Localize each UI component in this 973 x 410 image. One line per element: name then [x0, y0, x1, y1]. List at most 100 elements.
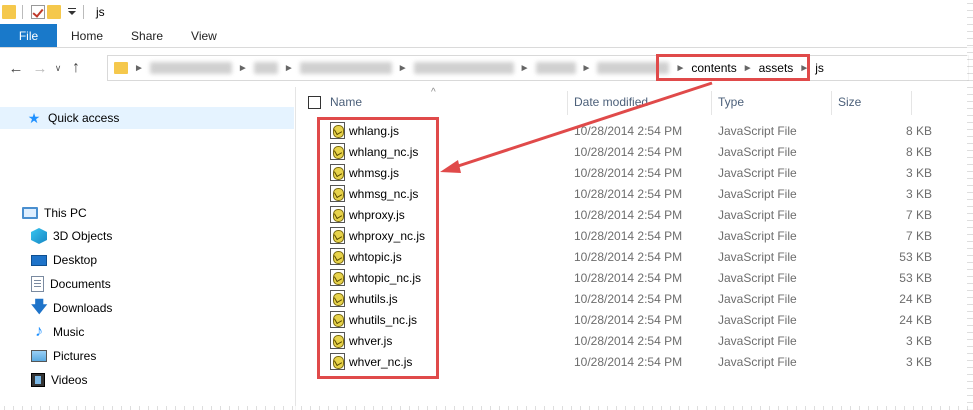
file-date-modified: 10/28/2014 2:54 PM: [574, 291, 683, 306]
file-type: JavaScript File: [718, 228, 797, 243]
ribbon-tabs: File Home Share View: [0, 24, 973, 48]
sidebar-item-music[interactable]: ♪ Music: [31, 321, 84, 343]
file-type: JavaScript File: [718, 186, 797, 201]
forward-arrow-icon[interactable]: →: [30, 58, 50, 78]
music-icon: ♪: [35, 323, 43, 340]
file-type: JavaScript File: [718, 270, 797, 285]
torn-edge: [967, 0, 973, 410]
file-size: 3 KB: [905, 354, 932, 369]
up-arrow-icon[interactable]: ↑: [66, 58, 86, 78]
sidebar-item-this-pc[interactable]: This PC: [22, 202, 87, 224]
address-bar[interactable]: ► ► ► ► ► ► ► contents ► assets ► js: [107, 55, 969, 81]
file-type: JavaScript File: [718, 249, 797, 264]
sidebar-item-desktop[interactable]: Desktop: [31, 249, 97, 271]
navigation-row: ← → ∨ ↑ ► ► ► ► ► ► ► contents ► assets …: [0, 49, 973, 87]
sidebar-item-pictures[interactable]: Pictures: [31, 345, 96, 367]
tab-share[interactable]: Share: [117, 24, 177, 47]
sidebar-item-label: Music: [53, 325, 85, 339]
chevron-down-icon[interactable]: ∨: [52, 58, 64, 78]
column-header-row: Name Date modified Type Size: [297, 91, 973, 115]
window-title: js: [96, 5, 105, 19]
desktop-icon: [31, 254, 47, 266]
file-type: JavaScript File: [718, 144, 797, 159]
file-date-modified: 10/28/2014 2:54 PM: [574, 312, 683, 327]
sidebar-item-3d-objects[interactable]: 3D Objects: [31, 225, 112, 247]
star-icon: ★: [27, 110, 41, 126]
file-size: 8 KB: [905, 123, 932, 138]
sidebar-item-downloads[interactable]: 🡇 Downloads: [31, 297, 112, 319]
file-size: 8 KB: [905, 144, 932, 159]
tab-file[interactable]: File: [0, 24, 57, 47]
file-size: 24 KB: [899, 291, 932, 306]
documents-icon: [31, 276, 44, 292]
sidebar-item-label: This PC: [44, 206, 87, 220]
column-divider[interactable]: [711, 91, 712, 115]
title-separator: [83, 5, 84, 19]
column-divider[interactable]: [831, 91, 832, 115]
breadcrumb-highlight-box: [656, 54, 810, 81]
sidebar-item-quick-access[interactable]: ★ Quick access: [0, 107, 294, 129]
file-type: JavaScript File: [718, 354, 797, 369]
breadcrumb-redacted[interactable]: [253, 62, 278, 74]
column-divider[interactable]: [911, 91, 912, 115]
videos-icon: [31, 373, 45, 387]
folder-icon: [114, 62, 128, 74]
folder-icon: [2, 5, 16, 19]
breadcrumb-redacted[interactable]: [299, 62, 392, 74]
column-header-date-modified[interactable]: Date modified: [574, 95, 648, 109]
properties-icon[interactable]: [31, 5, 45, 19]
pictures-icon: [31, 350, 47, 362]
sidebar-item-documents[interactable]: Documents: [31, 273, 111, 295]
file-date-modified: 10/28/2014 2:54 PM: [574, 228, 683, 243]
chevron-right-icon[interactable]: ►: [582, 63, 592, 74]
sidebar-item-label: 3D Objects: [53, 229, 113, 243]
file-type: JavaScript File: [718, 123, 797, 138]
file-date-modified: 10/28/2014 2:54 PM: [574, 354, 683, 369]
file-type: JavaScript File: [718, 165, 797, 180]
breadcrumb-redacted[interactable]: [535, 62, 576, 74]
column-header-name[interactable]: Name: [330, 95, 362, 109]
chevron-right-icon[interactable]: ►: [398, 63, 408, 74]
breadcrumb-js[interactable]: js: [815, 61, 824, 75]
file-date-modified: 10/28/2014 2:54 PM: [574, 144, 683, 159]
file-date-modified: 10/28/2014 2:54 PM: [574, 333, 683, 348]
column-header-type[interactable]: Type: [718, 95, 744, 109]
file-size: 53 KB: [899, 249, 932, 264]
sidebar-item-label: Videos: [51, 373, 88, 387]
column-divider[interactable]: [567, 91, 568, 115]
select-all-checkbox[interactable]: [308, 96, 321, 109]
file-type: JavaScript File: [718, 312, 797, 327]
column-header-size[interactable]: Size: [838, 95, 861, 109]
navigation-pane: ★ Quick access This PC 3D Objects Deskto…: [0, 87, 296, 410]
chevron-right-icon[interactable]: ►: [238, 63, 248, 74]
download-icon: 🡇: [31, 299, 48, 316]
file-type: JavaScript File: [718, 291, 797, 306]
files-highlight-box: [317, 117, 439, 379]
breadcrumb-redacted[interactable]: [413, 62, 514, 74]
file-size: 3 KB: [905, 165, 932, 180]
sidebar-item-videos[interactable]: Videos: [31, 369, 87, 391]
new-folder-icon[interactable]: [47, 5, 61, 19]
sidebar-item-label: Desktop: [53, 253, 98, 267]
computer-icon: [22, 207, 38, 219]
torn-edge: [0, 406, 973, 410]
file-date-modified: 10/28/2014 2:54 PM: [574, 270, 683, 285]
file-date-modified: 10/28/2014 2:54 PM: [574, 165, 683, 180]
sidebar-item-label: Quick access: [48, 111, 120, 125]
title-bar: js: [0, 0, 973, 24]
chevron-right-icon[interactable]: ►: [284, 63, 294, 74]
breadcrumb-redacted[interactable]: [149, 62, 232, 74]
sidebar-item-label: Documents: [50, 277, 111, 291]
chevron-right-icon[interactable]: ►: [134, 63, 144, 74]
cube-icon: [31, 228, 47, 244]
tab-home[interactable]: Home: [57, 24, 117, 47]
chevron-right-icon[interactable]: ►: [520, 63, 530, 74]
customize-toolbar-icon[interactable]: [67, 5, 77, 19]
tab-view[interactable]: View: [177, 24, 231, 47]
file-type: JavaScript File: [718, 333, 797, 348]
back-arrow-icon[interactable]: ←: [6, 58, 26, 78]
file-date-modified: 10/28/2014 2:54 PM: [574, 123, 683, 138]
file-type: JavaScript File: [718, 207, 797, 222]
file-date-modified: 10/28/2014 2:54 PM: [574, 207, 683, 222]
file-size: 3 KB: [905, 186, 932, 201]
